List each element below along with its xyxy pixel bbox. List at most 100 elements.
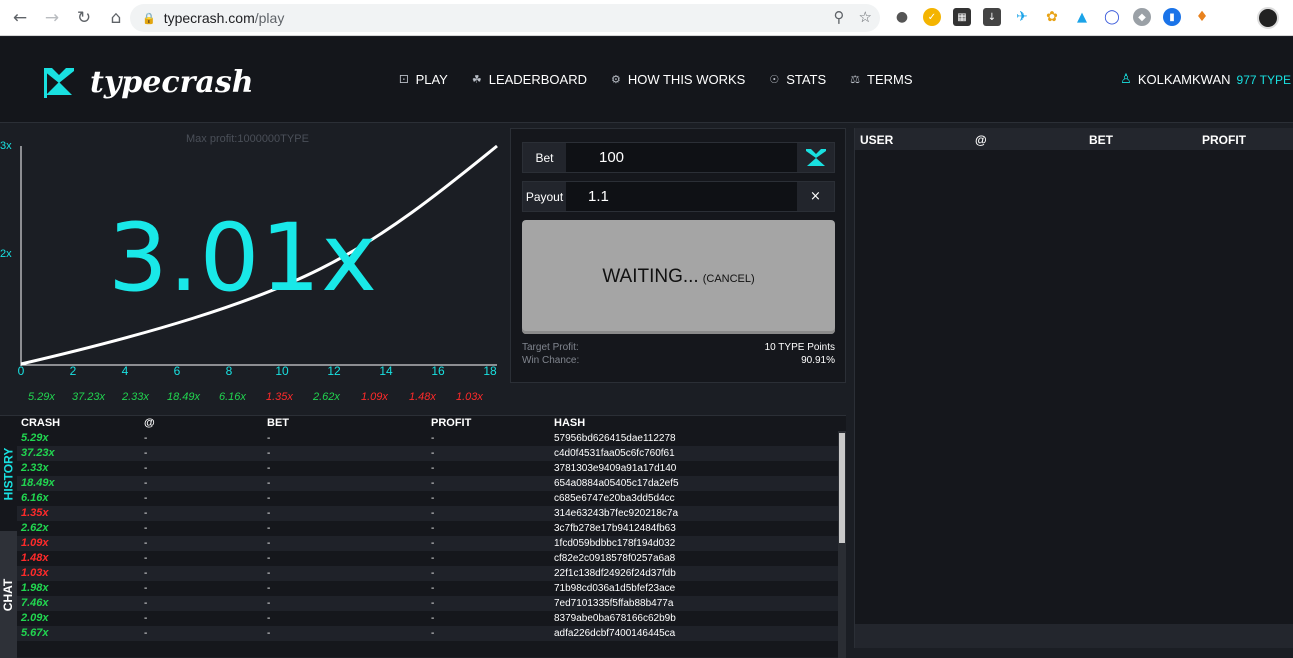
at-cell: -: [144, 598, 148, 609]
profit-cell: -: [431, 463, 435, 474]
table-row[interactable]: 1.09x - - - 1fcd059bdbbc178f194d032: [17, 536, 838, 551]
bookmark-icon[interactable]: ▮: [1163, 8, 1181, 26]
x-tick: 8: [225, 364, 233, 378]
hash-cell: 22f1c138df24926f24d37fdb: [554, 568, 676, 579]
nav-stats[interactable]: ☉ STATS: [769, 72, 826, 87]
table-row[interactable]: 6.16x - - - c685e6747e20ba3dd5d4cc: [17, 491, 838, 506]
url-host: typecrash.com: [163, 10, 255, 26]
crash-cell: 5.67x: [21, 627, 49, 639]
win-chance-label: Win Chance:: [522, 355, 580, 366]
tab-chat[interactable]: CHAT: [0, 531, 17, 658]
nav-play[interactable]: ⚀ PLAY: [399, 72, 448, 87]
recent-crash: 2.33x: [122, 391, 149, 403]
players-table: USER @ BET PROFIT: [854, 128, 1293, 648]
scrollbar[interactable]: [838, 431, 846, 658]
download-icon[interactable]: ↓: [983, 8, 1001, 26]
profit-cell: -: [431, 448, 435, 459]
cancel-bet-button[interactable]: WAITING... (CANCEL): [522, 220, 835, 334]
profit-cell: -: [431, 433, 435, 444]
x-tick: 10: [275, 364, 289, 378]
url-path: /play: [254, 10, 285, 26]
recent-crash: 1.03x: [456, 391, 483, 403]
crash-cell: 37.23x: [21, 447, 55, 459]
hash-cell: c685e6747e20ba3dd5d4cc: [554, 493, 675, 504]
hash-cell: c4d0f4531faa05c6fc760f61: [554, 448, 675, 459]
dice-icon: ⚀: [399, 73, 409, 86]
nav-how-label: HOW THIS WORKS: [627, 72, 746, 87]
nav-stats-label: STATS: [786, 72, 827, 87]
hash-cell: cf82e2c0918578f0257a6a8: [554, 553, 676, 564]
back-icon[interactable]: ←: [8, 6, 32, 30]
table-row[interactable]: 37.23x - - - c4d0f4531faa05c6fc760f61: [17, 446, 838, 461]
user-area[interactable]: ♙ KOLKAMKWAN 977 TYPE: [1120, 72, 1291, 87]
bet-cell: -: [267, 568, 271, 579]
col-hash: HASH: [554, 417, 586, 429]
history-rows: 5.29x - - - 57956bd626415dae112278 37.23x - - - c…: [17, 431, 838, 658]
table-row[interactable]: 1.03x - - - 22f1c138df24926f24d37fdb: [17, 566, 838, 581]
hash-cell: 7ed7101335f5ffab88b477a: [554, 598, 674, 609]
payout-field: Payout 1.1 ×: [522, 181, 835, 212]
x-tick: 0: [17, 364, 25, 378]
badge-icon[interactable]: ◆: [1133, 8, 1151, 26]
table-row[interactable]: 1.48x - - - cf82e2c0918578f0257a6a8: [17, 551, 838, 566]
tab-history[interactable]: HISTORY: [0, 416, 17, 531]
table-row[interactable]: 2.62x - - - 3c7fb278e17b9412484fb63: [17, 521, 838, 536]
history-header: CRASH @ BET PROFIT HASH: [17, 416, 846, 431]
avatar[interactable]: [1257, 7, 1279, 29]
clear-payout-button[interactable]: ×: [797, 182, 834, 211]
at-cell: -: [144, 553, 148, 564]
logo-icon: [805, 148, 826, 166]
nav-how-this-works[interactable]: ⚙ HOW THIS WORKS: [611, 72, 745, 87]
table-row[interactable]: 7.46x - - - 7ed7101335f5ffab88b477a: [17, 596, 838, 611]
qr-code-icon[interactable]: ▦: [953, 8, 971, 26]
triangle-icon[interactable]: ▲: [1073, 8, 1091, 26]
recent-crash: 6.16x: [219, 391, 246, 403]
zoom-icon[interactable]: ⚲: [834, 8, 845, 26]
browser-toolbar: ← → ↻ ⌂ 🔒 typecrash.com/play ⚲ ☆ ● ✓ ▦ ↓…: [0, 0, 1293, 36]
shield-icon[interactable]: ◯: [1103, 8, 1121, 26]
logo[interactable]: typecrash: [44, 65, 254, 100]
app-header: typecrash ⚀ PLAY ☘ LEADERBOARD ⚙ HOW THIS W…: [0, 37, 1293, 123]
at-cell: -: [144, 493, 148, 504]
bet-input[interactable]: 100: [599, 143, 624, 172]
ear-icon[interactable]: ✿: [1043, 8, 1061, 26]
col-bet: BET: [267, 417, 289, 429]
bet-cell: -: [267, 538, 271, 549]
nav-leaderboard-label: LEADERBOARD: [488, 72, 587, 87]
home-icon[interactable]: ⌂: [104, 6, 128, 30]
extension-icon[interactable]: ✓: [923, 8, 941, 26]
hash-cell: 57956bd626415dae112278: [554, 433, 676, 444]
crash-cell: 1.98x: [21, 582, 49, 594]
scrollbar-thumb[interactable]: [839, 433, 845, 543]
plane-icon[interactable]: ✈: [1013, 8, 1031, 26]
nav-leaderboard[interactable]: ☘ LEADERBOARD: [472, 72, 587, 87]
map-pin-icon[interactable]: ●: [893, 8, 911, 26]
profit-cell: -: [431, 508, 435, 519]
payout-input[interactable]: 1.1: [588, 182, 609, 211]
forward-icon[interactable]: →: [40, 6, 64, 30]
table-row[interactable]: 2.33x - - - 3781303e9409a91a17d140: [17, 461, 838, 476]
bet-cell: -: [267, 508, 271, 519]
table-row[interactable]: 5.29x - - - 57956bd626415dae112278: [17, 431, 838, 446]
table-row[interactable]: 5.67x - - - adfa226dcbf7400146445ca: [17, 626, 838, 641]
table-row[interactable]: 2.09x - - - 8379abe0ba678166c62b9b: [17, 611, 838, 626]
bet-cell: -: [267, 448, 271, 459]
target-profit-value: 10 TYPE Points: [764, 342, 835, 353]
fox-icon[interactable]: ♦: [1193, 8, 1211, 26]
bet-label: Bet: [523, 143, 566, 172]
nav-terms[interactable]: ⚖ TERMS: [850, 72, 912, 87]
table-row[interactable]: 1.98x - - - 71b98cd036a1d5bfef23ace: [17, 581, 838, 596]
table-row[interactable]: 1.35x - - - 314e63243b7fec920218c7a: [17, 506, 838, 521]
bet-cell: -: [267, 628, 271, 639]
star-icon[interactable]: ☆: [859, 8, 872, 26]
table-row[interactable]: 18.49x - - - 654a0884a05405c17da2ef5: [17, 476, 838, 491]
tab-chat-label: CHAT: [1, 578, 16, 611]
hash-cell: 3781303e9409a91a17d140: [554, 463, 677, 474]
address-bar[interactable]: 🔒 typecrash.com/play ⚲ ☆: [130, 4, 880, 32]
gavel-icon: ⚖: [850, 73, 861, 86]
col-profit: PROFIT: [1202, 133, 1246, 147]
bet-logo-button[interactable]: [797, 143, 834, 172]
players-footer: [855, 624, 1293, 648]
reload-icon[interactable]: ↻: [72, 6, 96, 30]
target-profit-row: Target Profit: 10 TYPE Points: [522, 342, 835, 353]
